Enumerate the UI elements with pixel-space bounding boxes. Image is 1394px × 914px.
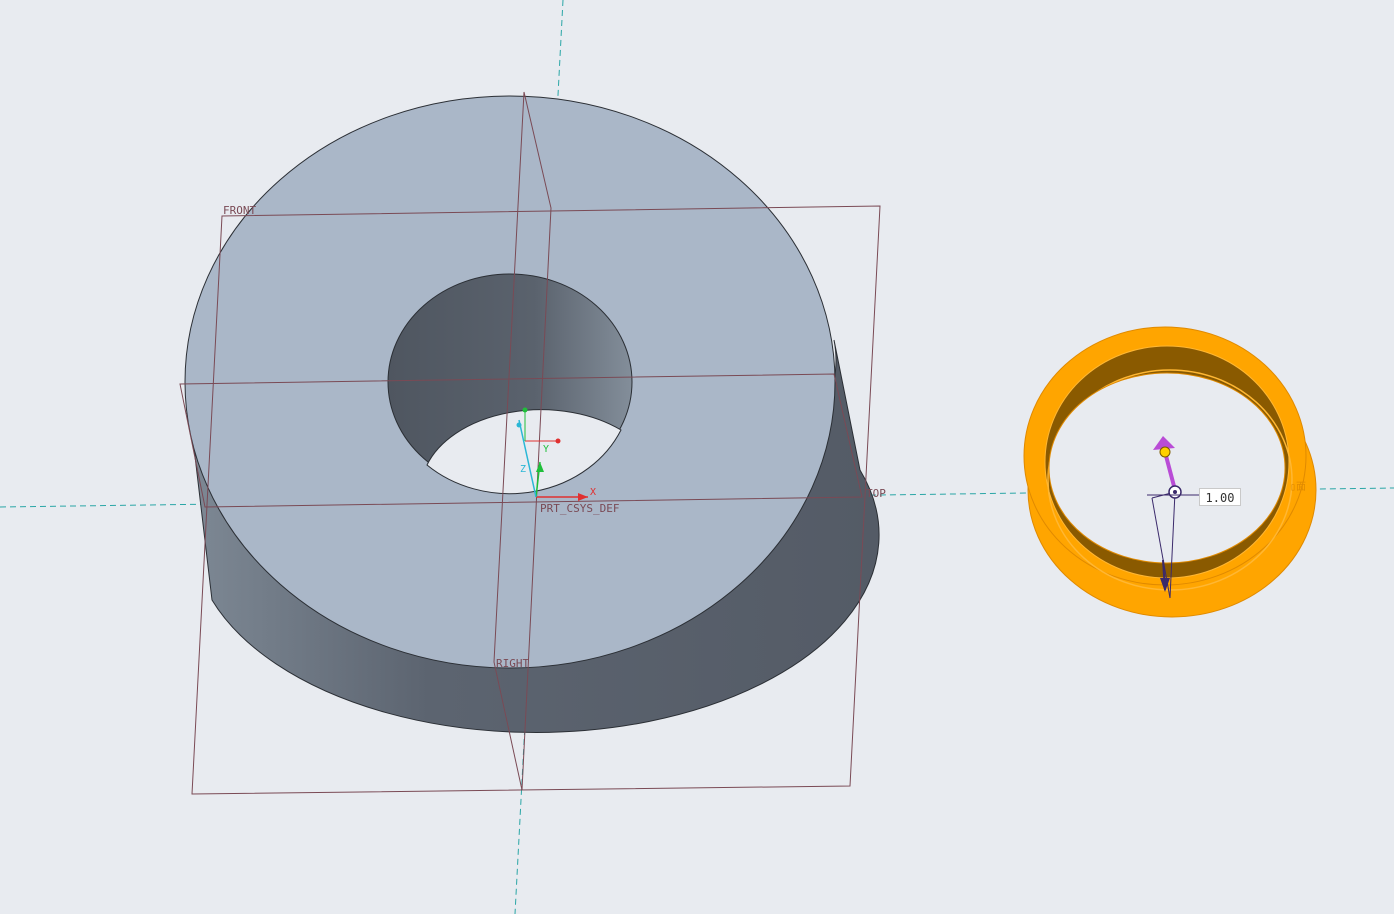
csys-x-label: X xyxy=(590,487,596,498)
csys-name-label[interactable]: PRT_CSYS_DEF xyxy=(540,502,619,515)
ring-inner-hole xyxy=(1048,372,1286,564)
label-right[interactable]: RIGHT xyxy=(496,657,529,670)
csys-z-label: Z xyxy=(520,464,526,475)
label-top[interactable]: TOP xyxy=(866,487,886,500)
dimension-value-field[interactable]: 1.00 xyxy=(1199,488,1241,506)
drag-handle-dot[interactable] xyxy=(1159,446,1171,458)
part-washer[interactable] xyxy=(184,95,880,734)
csys-y-label: Y xyxy=(543,444,549,455)
label-front[interactable]: FRONT xyxy=(223,204,256,217)
graphics-viewport[interactable]: FRONT TOP RIGHT X Y Z PRT_CSYS_DEF ▯面 1.… xyxy=(0,0,1394,914)
ring-side-tag: ▯面 xyxy=(1290,482,1306,493)
model-canvas[interactable]: FRONT TOP RIGHT X Y Z PRT_CSYS_DEF ▯面 xyxy=(0,0,1394,914)
